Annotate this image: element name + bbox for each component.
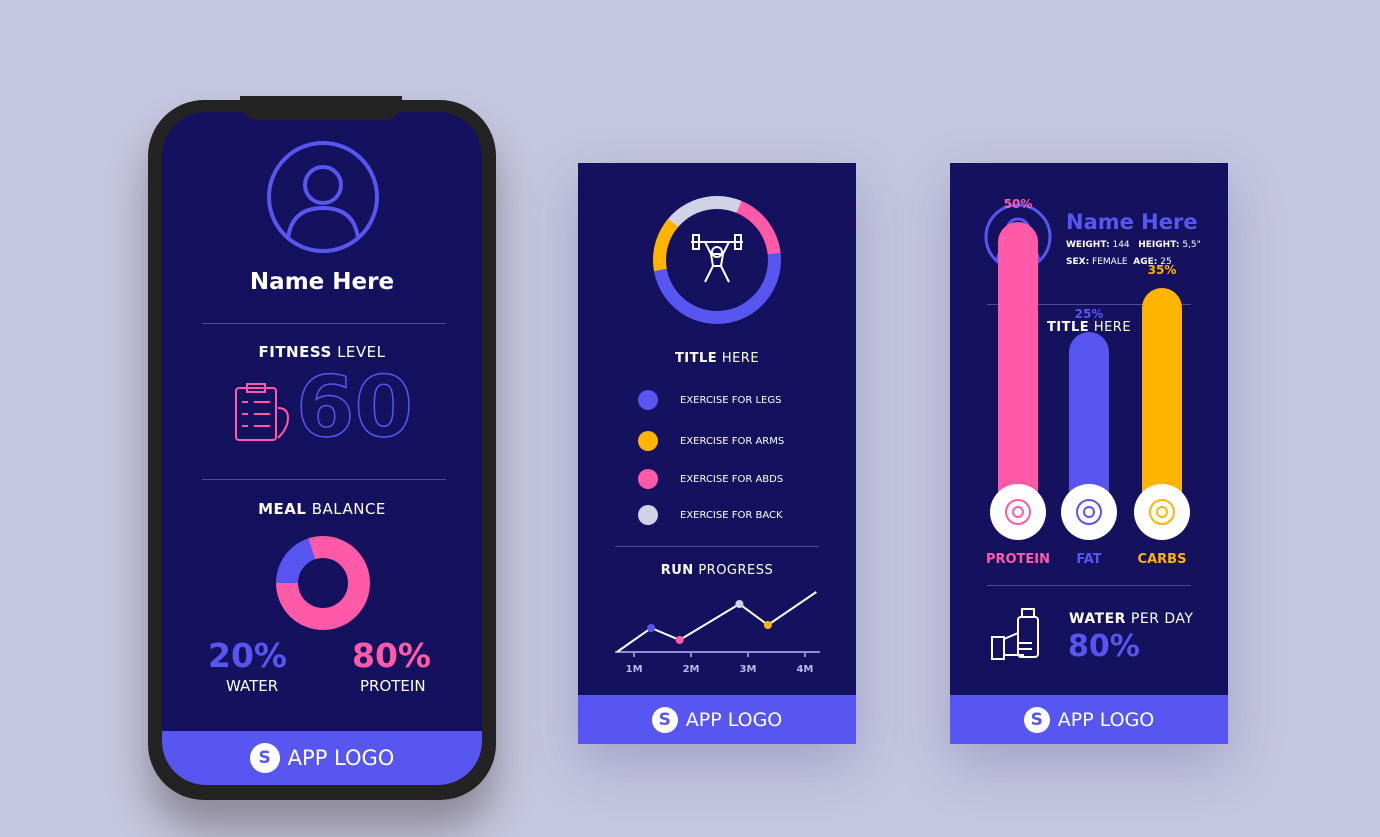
water-per-day-value: 80% (1068, 629, 1140, 664)
legend-dot (638, 505, 658, 525)
water-bottle-hand-icon (991, 608, 1039, 660)
legend-item: EXERCISE FOR LEGS (638, 390, 781, 410)
profile-name: Name Here (249, 269, 395, 295)
bar-percent: 35% (1147, 263, 1177, 277)
water-percent: 20% (208, 636, 287, 675)
meal-balance-donut (276, 536, 370, 630)
divider (202, 323, 446, 324)
legend-label: EXERCISE FOR BACK (680, 509, 783, 521)
legend-dot (638, 469, 658, 489)
app-logo-label: APP LOGO (287, 746, 395, 770)
phone-screen: Name Here FITNESS LEVEL 60 MEAL BALANCE … (162, 112, 482, 785)
legend-item: EXERCISE FOR ABDS (638, 469, 783, 489)
protein-percent: 80% (352, 636, 431, 675)
app-logo-footer: S APP LOGO (950, 695, 1228, 744)
data-point (763, 621, 772, 629)
data-point (647, 624, 656, 632)
legend-item: EXERCISE FOR ARMS (638, 431, 784, 451)
legend-label: EXERCISE FOR LEGS (680, 394, 782, 406)
divider (202, 479, 446, 480)
x-tick-label: 3M (740, 664, 757, 675)
phone-mockup: Name Here FITNESS LEVEL 60 MEAL BALANCE … (148, 96, 496, 800)
clipboard-icon (235, 383, 290, 441)
legend-label: EXERCISE FOR ABDS (680, 473, 784, 485)
divider (987, 585, 1191, 586)
exercise-panel: TITLE HERE EXERCISE FOR LEGS EXERCISE FO… (578, 163, 856, 744)
bar-percent: 25% (1074, 307, 1104, 321)
run-progress-line (616, 591, 817, 653)
steak-icon (990, 484, 1046, 540)
protein-label: PROTEIN (360, 677, 426, 695)
bar-label: FAT (1076, 552, 1102, 567)
app-logo-footer: S APP LOGO (578, 695, 856, 744)
bar-protein (998, 222, 1038, 512)
meal-balance-heading: MEAL BALANCE (258, 500, 386, 518)
legend-label: EXERCISE FOR ARMS (680, 435, 785, 447)
profile-stats-row: WEIGHT: 144 HEIGHT: 5,5" (1066, 240, 1201, 250)
legend-dot (638, 431, 658, 451)
x-tick-label: 4M (796, 664, 813, 675)
weightlifter-icon (691, 234, 743, 283)
divider (615, 546, 819, 547)
phone-notch (240, 96, 402, 120)
data-point (675, 636, 684, 644)
bar-carbs (1142, 288, 1182, 512)
app-logo-icon: S (249, 743, 280, 773)
app-logo-icon: S (1023, 706, 1050, 733)
run-progress-chart: 1M 2M 3M 4M (615, 591, 820, 675)
app-logo-footer: S APP LOGO (162, 731, 482, 785)
app-logo-label: APP LOGO (685, 708, 783, 731)
app-logo-icon: S (651, 706, 678, 733)
legend-item: EXERCISE FOR BACK (638, 505, 783, 525)
panel-title: TITLE HERE (674, 351, 760, 366)
x-tick-label: 1M (626, 664, 643, 675)
bar-label: PROTEIN (985, 552, 1051, 567)
legend-dot (638, 390, 658, 410)
fitness-level-value: 60 (295, 358, 413, 456)
bar-percent: 50% (1003, 197, 1033, 211)
bar-label: CARBS (1137, 552, 1187, 567)
water-per-day-heading: WATER PER DAY (1069, 611, 1194, 627)
profile-name: Name Here (1066, 210, 1198, 234)
app-logo-label: APP LOGO (1057, 708, 1155, 731)
nutrition-panel: Name Here WEIGHT: 144 HEIGHT: 5,5" SEX: … (950, 163, 1228, 744)
avocado-icon (1061, 484, 1117, 540)
user-avatar-icon (267, 141, 379, 253)
run-progress-heading: RUN PROGRESS (660, 563, 774, 578)
x-tick-label: 2M (683, 664, 700, 675)
water-label: WATER (226, 677, 279, 695)
data-point (735, 600, 744, 608)
rice-bowl-icon (1134, 484, 1190, 540)
